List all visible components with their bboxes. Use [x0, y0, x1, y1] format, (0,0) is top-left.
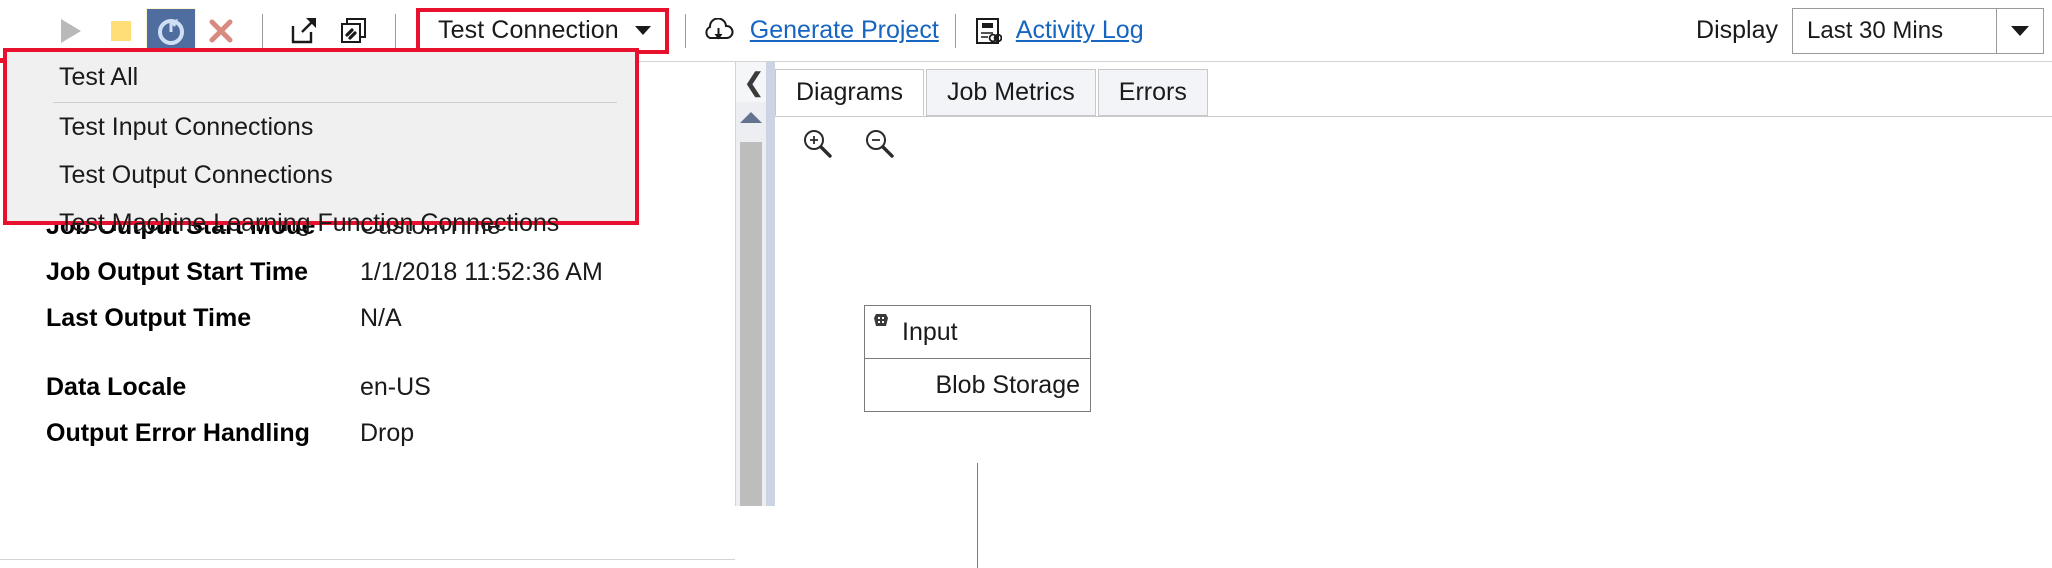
menu-item-test-all[interactable]: Test All: [7, 52, 635, 102]
toolbar-separator: [262, 13, 263, 48]
display-range-group: Display Last 30 Mins: [1696, 7, 2044, 54]
scrollbar-track-edge: [766, 62, 775, 506]
table-row: Data Locale en-US: [0, 364, 735, 410]
panel-tabstrip: Diagrams Job Metrics Errors: [775, 69, 2052, 117]
menu-item-test-output-connections[interactable]: Test Output Connections: [7, 151, 635, 199]
property-value: en-US: [360, 372, 431, 401]
menu-item-label: Test All: [59, 62, 139, 91]
test-connection-dropdown-button[interactable]: Test Connection: [416, 7, 669, 54]
diagram-connector-line: [977, 463, 978, 568]
tab-job-metrics[interactable]: Job Metrics: [925, 69, 1096, 116]
toolbar-separator-3: [684, 13, 686, 48]
table-row: Output Error Handling Drop: [0, 410, 735, 456]
test-connection-menu: Test All Test Input Connections Test Out…: [3, 48, 639, 237]
generate-project-link[interactable]: Generate Project: [702, 16, 939, 45]
diagram-node-input[interactable]: Input Blob Storage: [864, 305, 1091, 412]
table-row: Last Output Time N/A: [0, 295, 735, 341]
chevron-down-icon: [2011, 25, 2029, 36]
toolbar-separator-4: [954, 13, 956, 48]
refresh-button[interactable]: [146, 7, 196, 54]
activity-log-icon: [975, 17, 1002, 44]
zoom-out-button[interactable]: [859, 124, 899, 164]
start-job-button[interactable]: [46, 8, 96, 54]
magnifier-plus-icon: [804, 130, 832, 158]
magnifier-minus-icon: [866, 130, 894, 158]
diagram-node-header: Input: [865, 306, 1090, 359]
chevron-left-icon: ❮: [743, 66, 765, 97]
diagram-node-title: Input: [902, 317, 958, 346]
test-connection-label: Test Connection: [438, 16, 619, 44]
toolbar-separator-2: [395, 13, 396, 48]
activity-log-link[interactable]: Activity Log: [972, 16, 1144, 46]
display-range-select[interactable]: Last 30 Mins: [1792, 7, 2044, 54]
activity-log-label: Activity Log: [1015, 16, 1144, 44]
diagram-zoom-toolbar: [797, 124, 899, 164]
open-external-button[interactable]: [279, 8, 329, 54]
display-range-value: Last 30 Mins: [1807, 16, 1944, 44]
generate-project-label: Generate Project: [749, 16, 939, 44]
chevron-down-icon: [634, 26, 651, 35]
tab-diagrams[interactable]: Diagrams: [775, 69, 924, 116]
menu-item-label: Test Machine Learning Function Connectio…: [59, 208, 560, 237]
tab-label: Errors: [1118, 78, 1187, 106]
diagram-panel: Diagrams Job Metrics Errors Input Blob S…: [775, 62, 2052, 568]
scrollbar-thumb[interactable]: [740, 142, 762, 506]
close-x-icon: [209, 19, 233, 42]
link-copy-icon: [341, 17, 366, 43]
diagram-node-body: Blob Storage: [865, 359, 1090, 411]
property-key: Last Output Time: [46, 303, 252, 332]
tab-errors[interactable]: Errors: [1097, 69, 1208, 116]
tab-label: Diagrams: [796, 78, 903, 106]
play-icon: [61, 18, 81, 43]
property-key: Data Locale: [46, 372, 187, 401]
copy-link-button[interactable]: [329, 8, 379, 54]
data-source-icon: [874, 314, 888, 326]
menu-item-label: Test Input Connections: [59, 112, 314, 141]
property-key: Output Error Handling: [46, 418, 310, 447]
menu-item-label: Test Output Connections: [59, 160, 333, 189]
display-label: Display: [1696, 16, 1778, 44]
property-value: 1/1/2018 11:52:36 AM: [360, 257, 603, 286]
stop-icon: [111, 20, 131, 41]
property-key: Job Output Start Time: [46, 257, 309, 286]
display-range-caret-button[interactable]: [1996, 8, 2043, 53]
pane-bottom-divider: [0, 559, 735, 560]
left-pane-scrollbar[interactable]: [736, 102, 766, 506]
table-row: Job Output Start Time 1/1/2018 11:52:36 …: [0, 249, 735, 295]
menu-item-test-ml-function-connections[interactable]: Test Machine Learning Function Connectio…: [7, 199, 635, 247]
zoom-in-button[interactable]: [797, 124, 837, 164]
triangle-up-icon[interactable]: [740, 112, 762, 123]
delete-button[interactable]: [196, 8, 246, 54]
property-value: Drop: [360, 418, 415, 447]
tab-label: Job Metrics: [946, 78, 1075, 106]
cloud-download-icon: [705, 17, 734, 39]
menu-item-test-input-connections[interactable]: Test Input Connections: [7, 103, 635, 151]
external-link-icon: [291, 17, 316, 43]
stop-job-button[interactable]: [96, 8, 146, 54]
diagram-node-subtitle: Blob Storage: [935, 370, 1080, 399]
property-value: N/A: [360, 303, 402, 332]
refresh-icon: [158, 18, 184, 45]
